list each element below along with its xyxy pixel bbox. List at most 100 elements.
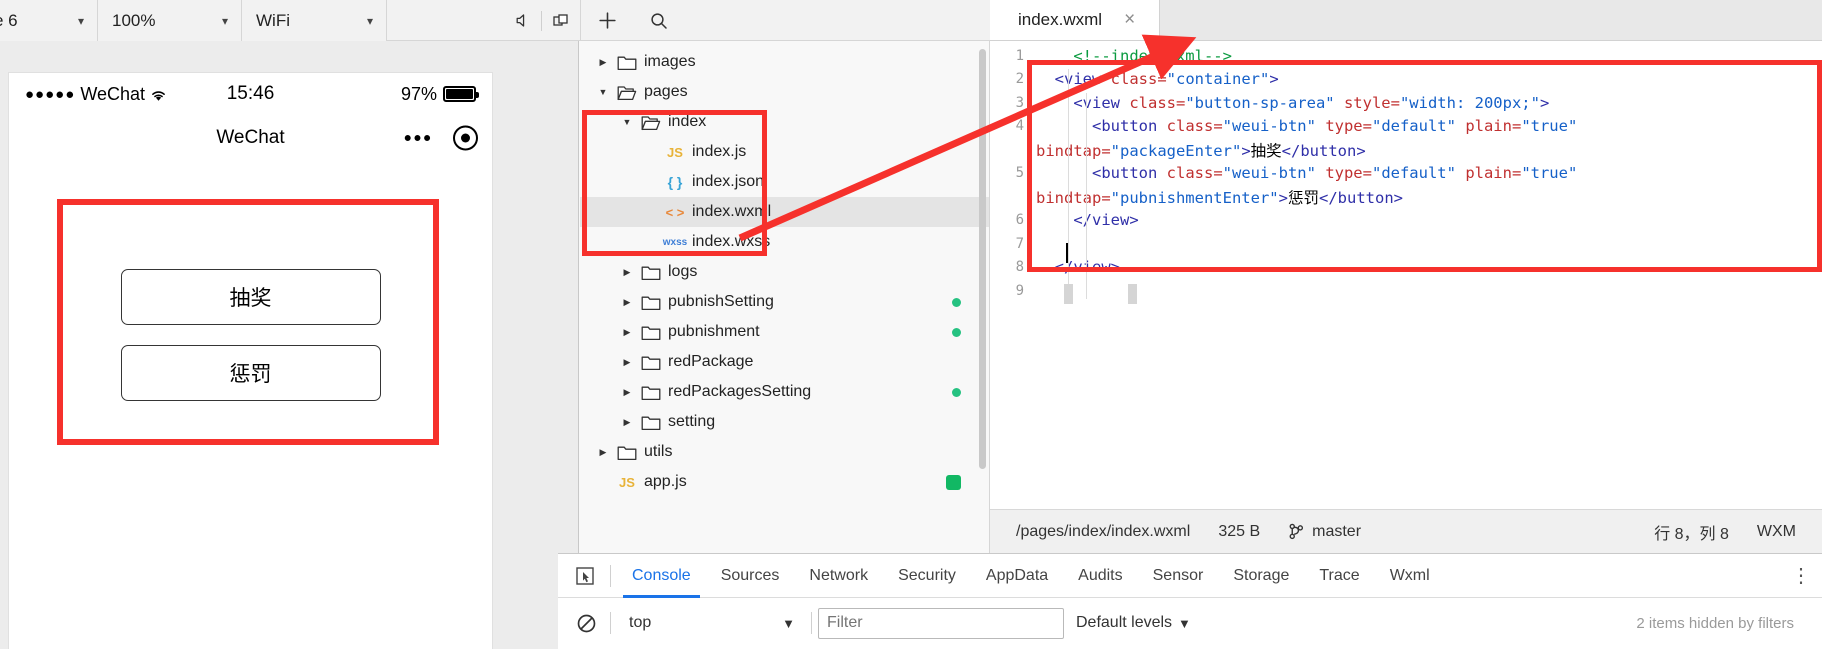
code-line: bindtap="packageEnter">抽奖</button> [990,138,1822,162]
branch-icon [1289,523,1304,540]
tree-item-setting[interactable]: ▶ setting [580,407,989,437]
tree-item-redPackagesSetting[interactable]: ▶ redPackagesSetting [580,377,989,407]
tree-item-index[interactable]: ▼ index [580,107,989,137]
status-bar-left: ●●●●● WeChat [25,84,167,105]
search-icon[interactable] [633,0,685,41]
tree-item-utils[interactable]: ▶ utils [580,437,989,467]
devtools-tab-network[interactable]: Network [794,554,883,598]
line-number: 8 [1015,259,1024,276]
chevron-right-icon[interactable]: ▶ [616,417,638,428]
devtools-tab-storage[interactable]: Storage [1218,554,1304,598]
chevron-right-icon[interactable]: ▶ [592,447,614,458]
devtools-tab-security[interactable]: Security [883,554,971,598]
close-icon[interactable]: × [1124,9,1135,31]
tree-item-label: pubnishment [668,323,760,340]
file-tree-scrollbar[interactable] [979,49,986,469]
console-context-select[interactable]: top ▼ [617,608,805,638]
code-text: <view class="button-sp-area" style="widt… [1073,93,1550,112]
tree-item-label: index.wxml [692,203,772,220]
wechat-devtools-window: e 6 ▾ 100% ▾ WiFi ▾ [0,0,1822,649]
tree-item-images[interactable]: ▶ images [580,47,989,77]
tree-item-index-json[interactable]: { } index.json [580,167,989,197]
code-line: 4 <button class="weui-btn" type="default… [990,115,1822,139]
line-number: 6 [1015,212,1024,229]
tree-item-index-wxml[interactable]: < > index.wxml [580,197,989,227]
console-hidden-message: 2 items hidden by filters [1636,614,1794,632]
capsule-button[interactable]: ••• [404,125,478,151]
devtools-tab-wxml[interactable]: Wxml [1375,554,1445,598]
code-line: 8 </view> [990,256,1822,280]
devtools-tab-console[interactable]: Console [617,554,706,598]
devtools-tab-trace[interactable]: Trace [1304,554,1374,598]
line-number: 7 [1015,235,1024,252]
tree-item-index-js[interactable]: JS index.js [580,137,989,167]
tab-index-wxml[interactable]: index.wxml × [990,0,1160,40]
wx-status-indicator [946,474,961,490]
chevron-right-icon[interactable]: ▶ [616,357,638,368]
code-content[interactable]: 1 <!--index.wxml--> 2 <view class="contai… [990,41,1822,508]
clear-console-icon[interactable] [568,613,604,634]
capsule-target-icon[interactable] [453,125,478,151]
filter-divider-2 [811,612,812,634]
chevron-right-icon[interactable]: ▶ [616,327,638,338]
page-title: WeChat [216,127,285,148]
inspect-element-icon[interactable] [566,554,604,598]
plus-icon[interactable] [581,0,633,41]
status-git-branch[interactable]: master [1274,523,1375,541]
chevron-down-icon: ▼ [782,615,795,631]
branch-label: master [1312,522,1362,540]
status-cursor-position: 行 8，列 8 [1654,525,1729,543]
windows-icon[interactable] [542,0,580,41]
devtools-tab-sensor[interactable]: Sensor [1138,554,1219,598]
tree-item-label: index.wxss [692,233,771,250]
code-line: 1 <!--index.wxml--> [990,44,1822,68]
toolbar-icon-group-1 [503,0,581,41]
capsule-more-icon[interactable]: ••• [404,127,433,149]
device-select[interactable]: e 6 ▾ [0,0,98,41]
console-levels-select[interactable]: Default levels ▼ [1064,614,1203,632]
modified-dot-indicator [952,387,961,397]
chevron-down-icon[interactable]: ▼ [616,117,638,127]
simulator-panel: ●●●●● WeChat 15:46 97% WeChat ••• 抽奖 惩罚 [0,41,558,649]
lottery-button[interactable]: 抽奖 [120,269,381,325]
tree-item-pubnishSetting[interactable]: ▶ pubnishSetting [580,287,989,317]
network-select[interactable]: WiFi ▾ [242,0,387,41]
chevron-right-icon[interactable]: ▶ [592,57,614,68]
tree-item-redPackage[interactable]: ▶ redPackage [580,347,989,377]
chevron-right-icon[interactable]: ▶ [616,297,638,308]
js-icon: JS [667,144,683,160]
code-line: 3 <view class="button-sp-area" style="wi… [990,91,1822,115]
tree-item-index-wxss[interactable]: wxss index.wxss [580,227,989,257]
devtools-tab-bar: Console Sources Network Security AppData Audi… [558,554,1822,598]
code-editor-panel: index.wxml × 1 <!--index.wxml--> 2 <view … [990,0,1822,553]
chevron-down-icon: ▾ [221,13,228,28]
folder-closed-icon [638,354,664,371]
tree-item-app-js[interactable]: JS app.js [580,467,989,497]
zoom-select-label: 100% [112,10,156,30]
device-select-label: e 6 [0,10,18,30]
line-number: 1 [1015,47,1024,64]
chevron-right-icon[interactable]: ▶ [616,387,638,398]
folder-closed-icon [638,264,664,281]
devtools-tab-sources[interactable]: Sources [706,554,795,598]
chevron-down-icon: ▼ [1178,615,1191,631]
tree-item-label: logs [668,263,698,280]
chevron-right-icon[interactable]: ▶ [616,267,638,278]
network-select-label: WiFi [256,10,290,30]
tree-item-pubnishment[interactable]: ▶ pubnishment [580,317,989,347]
devtools-tab-appdata[interactable]: AppData [971,554,1063,598]
status-bar-right: 97% [401,84,479,105]
line-number: 5 [1015,165,1024,182]
status-language: WXM [1756,522,1796,540]
wxml-icon: < > [665,204,685,220]
zoom-select[interactable]: 100% ▾ [98,0,242,41]
punishment-button[interactable]: 惩罚 [120,345,381,401]
chevron-down-icon[interactable]: ▼ [592,87,614,97]
devtools-tab-audits[interactable]: Audits [1063,554,1137,598]
tree-item-pages[interactable]: ▼ pages [580,77,989,107]
mute-icon[interactable] [503,0,541,41]
console-filter-input[interactable] [818,607,1064,639]
code-line: 2 <view class="container"> [990,68,1822,92]
devtools-more-icon[interactable]: ⋮ [1780,554,1822,598]
tree-item-logs[interactable]: ▶ logs [580,257,989,287]
